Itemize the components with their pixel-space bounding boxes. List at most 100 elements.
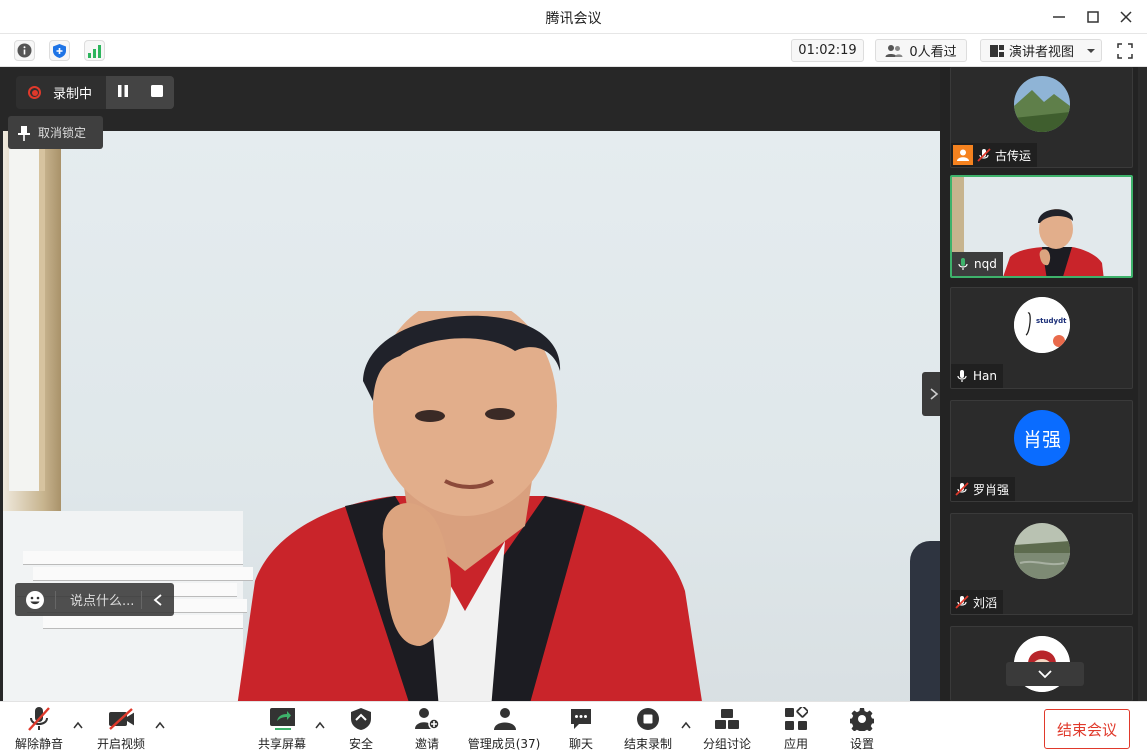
meeting-timer: 01:02:19: [791, 39, 864, 62]
start-video-label: 开启视频: [96, 737, 145, 751]
invite-label: 邀请: [414, 737, 439, 751]
minimize-button[interactable]: [1048, 6, 1070, 28]
landscape-photo-icon: [1014, 76, 1070, 132]
participant-tile[interactable]: 刘滔: [950, 513, 1133, 615]
participant-name-bar: Han: [951, 364, 1003, 388]
chat-label: 聊天: [568, 737, 593, 751]
close-icon: [1120, 11, 1132, 23]
participant-avatar: [1014, 76, 1070, 132]
camera-off-icon: [109, 708, 134, 730]
video-options-button[interactable]: [153, 718, 167, 732]
manage-members-label: 管理成员(37): [467, 737, 541, 751]
info-icon: [17, 43, 32, 58]
share-screen-button[interactable]: 共享屏幕: [247, 706, 317, 752]
end-meeting-button[interactable]: 结束会议: [1044, 709, 1130, 749]
mic-muted-icon: [955, 482, 969, 496]
landscape-photo-icon: [1014, 523, 1070, 579]
participant-name-bar: 刘滔: [951, 590, 1004, 614]
security-shield-button[interactable]: [49, 40, 70, 61]
network-status-button[interactable]: [84, 40, 105, 61]
chevron-up-icon: [73, 721, 83, 729]
viewers-count: 0人看过: [909, 45, 957, 60]
gear-icon: [850, 708, 874, 731]
participant-name-bar: nqd: [952, 252, 1003, 276]
unlock-button[interactable]: 取消锁定: [8, 116, 103, 149]
security-button[interactable]: 安全: [326, 706, 396, 752]
chat-bubble-icon: [571, 709, 591, 729]
emoji-icon: [26, 590, 44, 609]
chevron-right-icon: [930, 388, 939, 400]
share-options-button[interactable]: [313, 718, 327, 732]
settings-button[interactable]: 设置: [827, 706, 897, 752]
avatar-initials: 肖强: [1022, 428, 1061, 451]
stop-recording-button[interactable]: [150, 83, 164, 102]
panel-scrollbar[interactable]: [1138, 67, 1147, 701]
participant-tile[interactable]: 肖强 罗肖强: [950, 400, 1133, 502]
minimize-icon: [1053, 16, 1065, 18]
unmute-label: 解除静音: [14, 737, 63, 751]
apps-button[interactable]: 应用: [761, 706, 831, 752]
scroll-down-button[interactable]: [1006, 662, 1084, 686]
participant-name-bar: 古传运: [951, 143, 1038, 167]
breakout-icon: [715, 709, 739, 729]
security-label: 安全: [348, 737, 373, 751]
members-icon: [494, 708, 516, 730]
participant-name: 刘滔: [973, 595, 998, 610]
stop-icon: [151, 85, 163, 97]
participant-name: nqd: [974, 257, 997, 271]
meeting-info-button[interactable]: [14, 40, 35, 61]
mic-muted-icon: [955, 595, 969, 609]
speaker-person: [235, 311, 705, 721]
layout-icon: [990, 44, 1004, 57]
chevron-up-icon: [315, 721, 325, 729]
chevron-down-icon: [1038, 670, 1052, 679]
share-screen-label: 共享屏幕: [257, 737, 306, 751]
participant-avatar: studydt: [1014, 297, 1070, 353]
fullscreen-button[interactable]: [1114, 40, 1136, 62]
invite-button[interactable]: 邀请: [392, 706, 462, 752]
view-mode-label: 演讲者视图: [1009, 45, 1075, 60]
add-user-icon: [415, 708, 440, 730]
fullscreen-icon: [1117, 43, 1133, 59]
recording-options-button[interactable]: [679, 718, 693, 732]
mic-muted-icon: [28, 707, 50, 731]
participant-avatar: 肖强: [1014, 410, 1070, 466]
end-recording-button[interactable]: 结束录制: [613, 706, 683, 752]
mic-muted-icon: [977, 148, 991, 162]
background-object: [910, 541, 940, 721]
quick-chat-input[interactable]: 说点什么...: [15, 583, 174, 616]
chat-button[interactable]: 聊天: [546, 706, 616, 752]
maximize-button[interactable]: [1082, 6, 1104, 28]
apps-grid-icon: [785, 707, 808, 730]
share-screen-icon: [270, 708, 295, 730]
shield-icon: [351, 708, 371, 730]
pin-icon: [18, 125, 30, 141]
participant-tile-active[interactable]: nqd: [950, 175, 1133, 278]
host-badge-icon: [953, 145, 973, 165]
speaker-video[interactable]: [3, 131, 940, 721]
book: [33, 567, 253, 581]
main-video-area: 录制中 取消锁定 说点什么...: [0, 67, 940, 721]
participant-name-bar: 罗肖强: [951, 477, 1016, 501]
recording-indicator: 录制中: [16, 76, 174, 109]
chat-placeholder: 说点什么...: [70, 594, 135, 609]
window-title: 腾讯会议: [545, 11, 602, 27]
close-button[interactable]: [1115, 6, 1137, 28]
background-desk: [3, 511, 253, 721]
dropdown-caret-icon: [1087, 48, 1096, 53]
view-mode-select[interactable]: 演讲者视图: [980, 39, 1102, 62]
audio-options-button[interactable]: [71, 718, 85, 732]
unmute-button[interactable]: 解除静音: [4, 706, 74, 752]
breakout-rooms-button[interactable]: 分组讨论: [692, 706, 762, 752]
participant-tile[interactable]: 古传运: [950, 67, 1133, 168]
recording-controls: [106, 76, 174, 109]
collapse-chat-button[interactable]: [142, 593, 174, 606]
people-icon: [885, 44, 903, 57]
pause-icon: [118, 85, 128, 97]
participant-panel: 古传运 nqd studydt Han 肖强 罗肖强 刘滔: [940, 67, 1147, 701]
viewers-button[interactable]: 0人看过: [875, 39, 967, 62]
pause-recording-button[interactable]: [116, 83, 130, 102]
start-video-button[interactable]: 开启视频: [86, 706, 156, 752]
participant-tile[interactable]: studydt Han: [950, 287, 1133, 389]
manage-members-button[interactable]: 管理成员(37): [467, 706, 541, 752]
